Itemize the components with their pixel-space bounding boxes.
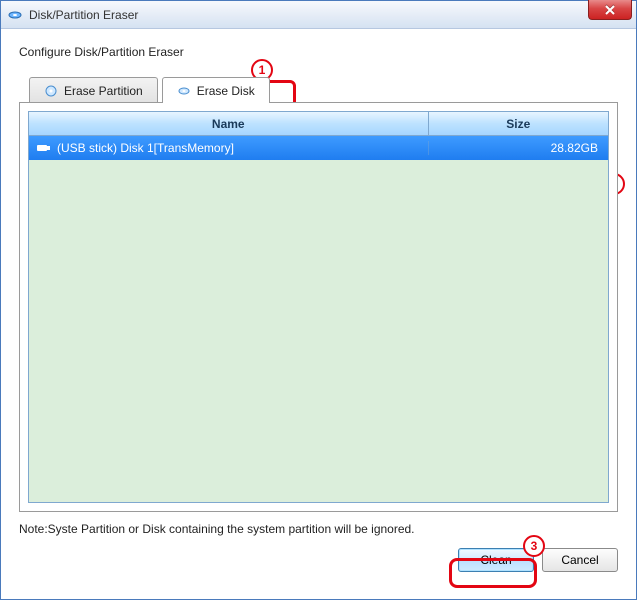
cell-name: (USB stick) Disk 1[TransMemory] bbox=[29, 141, 429, 155]
row-name-text: (USB stick) Disk 1[TransMemory] bbox=[57, 141, 234, 155]
cancel-label: Cancel bbox=[561, 553, 598, 567]
disk-table: Name Size (USB stick) Disk 1[TransMemory… bbox=[28, 111, 609, 503]
tab-erase-partition[interactable]: Erase Partition bbox=[29, 77, 158, 103]
table-header: Name Size bbox=[29, 112, 608, 136]
clean-label: Clean bbox=[480, 553, 511, 567]
tab-label: Erase Partition bbox=[64, 84, 143, 98]
tab-erase-disk[interactable]: Erase Disk bbox=[162, 77, 270, 103]
close-button[interactable] bbox=[588, 0, 632, 20]
window: Disk/Partition Eraser Configure Disk/Par… bbox=[0, 0, 637, 600]
note-text: Note:Syste Partition or Disk containing … bbox=[19, 522, 618, 536]
button-row: Clean Cancel bbox=[19, 548, 618, 572]
subtitle: Configure Disk/Partition Eraser bbox=[19, 45, 618, 59]
tab-label: Erase Disk bbox=[197, 84, 255, 98]
content: Configure Disk/Partition Eraser Erase Pa… bbox=[1, 29, 636, 584]
app-icon bbox=[7, 7, 23, 23]
window-title: Disk/Partition Eraser bbox=[29, 8, 138, 22]
cancel-button[interactable]: Cancel bbox=[542, 548, 618, 572]
table-row[interactable]: (USB stick) Disk 1[TransMemory] 28.82GB bbox=[29, 136, 608, 160]
titlebar: Disk/Partition Eraser bbox=[1, 1, 636, 29]
partition-icon bbox=[44, 84, 58, 98]
usb-disk-icon bbox=[37, 142, 51, 154]
cell-size: 28.82GB bbox=[429, 141, 609, 155]
col-name[interactable]: Name bbox=[29, 112, 429, 135]
table-body: (USB stick) Disk 1[TransMemory] 28.82GB bbox=[29, 136, 608, 502]
disk-icon bbox=[177, 84, 191, 98]
clean-button[interactable]: Clean bbox=[458, 548, 534, 572]
panel: Name Size (USB stick) Disk 1[TransMemory… bbox=[19, 102, 618, 512]
col-size[interactable]: Size bbox=[429, 112, 609, 135]
tabstrip: Erase Partition Erase Disk bbox=[29, 77, 618, 103]
